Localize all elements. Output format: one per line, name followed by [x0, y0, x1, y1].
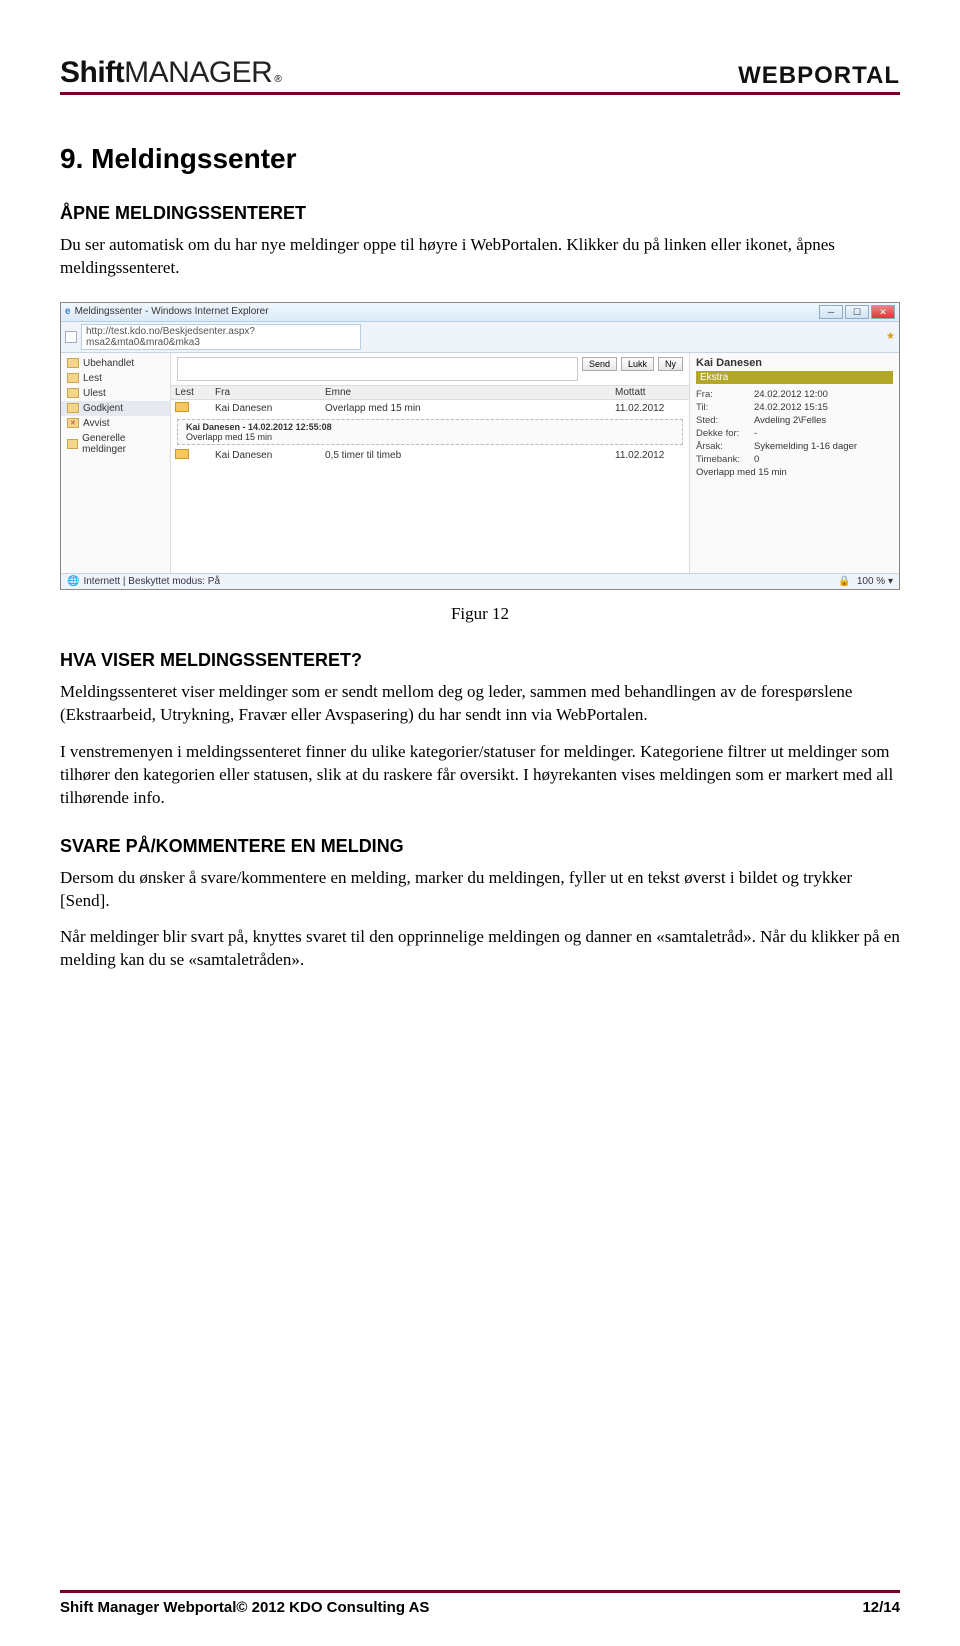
folder-ulest[interactable]: Ulest — [61, 386, 170, 401]
detail-field: Til:24.02.2012 15:15 — [696, 401, 893, 414]
window-minimize-button[interactable]: ─ — [819, 305, 843, 319]
folder-sidebar: Ubehandlet Lest Ulest Godkjent Avvist Ge… — [61, 353, 171, 573]
address-bar-row: http://test.kdo.no/Beskjedsenter.aspx?ms… — [61, 322, 899, 353]
col-mottatt[interactable]: Mottatt — [615, 387, 685, 398]
security-icon: 🔒 — [838, 576, 850, 587]
lukk-button[interactable]: Lukk — [621, 357, 654, 371]
thread-meta: Kai Danesen - 14.02.2012 12:55:08 — [186, 422, 674, 432]
folder-icon — [67, 358, 79, 368]
folder-avvist[interactable]: Avvist — [61, 416, 170, 431]
window-titlebar: e Meldingssenter - Windows Internet Expl… — [61, 303, 899, 322]
page-header: ShiftMANAGER® WEBPORTAL — [60, 56, 900, 95]
paragraph-reply1: Dersom du ønsker å svare/kommentere en m… — [60, 867, 900, 913]
browser-status-bar: 🌐 Internett | Beskyttet modus: På 🔒 100 … — [61, 573, 899, 589]
col-emne[interactable]: Emne — [325, 387, 615, 398]
folder-icon — [67, 403, 79, 413]
footer-left: Shift Manager Webportal© 2012 KDO Consul… — [60, 1599, 429, 1616]
page-icon — [65, 331, 77, 343]
send-button[interactable]: Send — [582, 357, 617, 371]
figure-caption: Figur 12 — [60, 604, 900, 624]
message-row[interactable]: Kai Danesen Overlapp med 15 min 11.02.20… — [171, 400, 689, 417]
message-thread-preview: Kai Danesen - 14.02.2012 12:55:08 Overla… — [177, 419, 683, 445]
paragraph-reply2: Når meldinger blir svart på, knyttes sva… — [60, 926, 900, 972]
folder-lest[interactable]: Lest — [61, 371, 170, 386]
detail-field: Dekke for:- — [696, 427, 893, 440]
window-maximize-button[interactable]: ☐ — [845, 305, 869, 319]
col-fra[interactable]: Fra — [215, 387, 325, 398]
zoom-dropdown[interactable]: 100 % ▾ — [857, 576, 893, 587]
logo-registered: ® — [274, 74, 281, 85]
section-title: 9. Meldingssenter — [60, 143, 900, 175]
thread-body: Overlapp med 15 min — [186, 432, 674, 442]
ny-button[interactable]: Ny — [658, 357, 683, 371]
folder-icon — [67, 439, 78, 449]
subheading-open: ÅPNE MELDINGSSENTERET — [60, 203, 900, 224]
folder-icon — [67, 373, 79, 383]
logo: ShiftMANAGER® — [60, 56, 281, 90]
col-lest[interactable]: Lest — [175, 387, 215, 398]
detail-tag: Ekstra — [696, 371, 893, 384]
detail-name: Kai Danesen — [696, 357, 893, 369]
logo-thin: MANAGER — [124, 56, 272, 90]
detail-field: Timebank:0 — [696, 453, 893, 466]
footer-page-number: 12/14 — [862, 1599, 900, 1616]
envelope-icon — [175, 402, 189, 412]
window-close-button[interactable]: ✕ — [871, 305, 895, 319]
header-portal: WEBPORTAL — [738, 62, 900, 90]
detail-field: Sted:Avdeling 2\Felles — [696, 414, 893, 427]
subheading-reply: SVARE PÅ/KOMMENTERE EN MELDING — [60, 836, 900, 857]
globe-icon: 🌐 — [67, 576, 79, 587]
detail-panel: Kai Danesen Ekstra Fra:24.02.2012 12:00 … — [689, 353, 899, 573]
ie-icon: e — [65, 306, 71, 317]
envelope-icon — [175, 449, 189, 459]
detail-note: Overlapp med 15 min — [696, 466, 893, 479]
page-footer: Shift Manager Webportal© 2012 KDO Consul… — [0, 1593, 960, 1646]
paragraph-open: Du ser automatisk om du har nye meldinge… — [60, 234, 900, 280]
compose-row: Send Lukk Ny — [171, 353, 689, 385]
favorite-icon[interactable]: ★ — [886, 331, 895, 342]
folder-godkjent[interactable]: Godkjent — [61, 401, 170, 416]
message-row[interactable]: Kai Danesen 0,5 timer til timeb 11.02.20… — [171, 447, 689, 464]
folder-icon — [67, 388, 79, 398]
detail-field: Fra:24.02.2012 12:00 — [696, 388, 893, 401]
screenshot-meldingssenter: e Meldingssenter - Windows Internet Expl… — [60, 302, 900, 590]
paragraph-what: Meldingssenteret viser meldinger som er … — [60, 681, 900, 727]
paragraph-leftmenu: I venstremenyen i meldingssenteret finne… — [60, 741, 900, 810]
window-title: Meldingssenter - Windows Internet Explor… — [75, 306, 269, 317]
folder-generelle[interactable]: Generelle meldinger — [61, 431, 170, 457]
logo-bold: Shift — [60, 56, 124, 90]
message-list-header: Lest Fra Emne Mottatt — [171, 385, 689, 400]
folder-ubehandlet[interactable]: Ubehandlet — [61, 356, 170, 371]
status-text: Internett | Beskyttet modus: På — [83, 576, 220, 587]
detail-field: Årsak:Sykemelding 1-16 dager — [696, 440, 893, 453]
folder-rejected-icon — [67, 418, 79, 428]
address-bar[interactable]: http://test.kdo.no/Beskjedsenter.aspx?ms… — [81, 324, 361, 350]
subheading-what: HVA VISER MELDINGSSENTERET? — [60, 650, 900, 671]
compose-textarea[interactable] — [177, 357, 578, 381]
